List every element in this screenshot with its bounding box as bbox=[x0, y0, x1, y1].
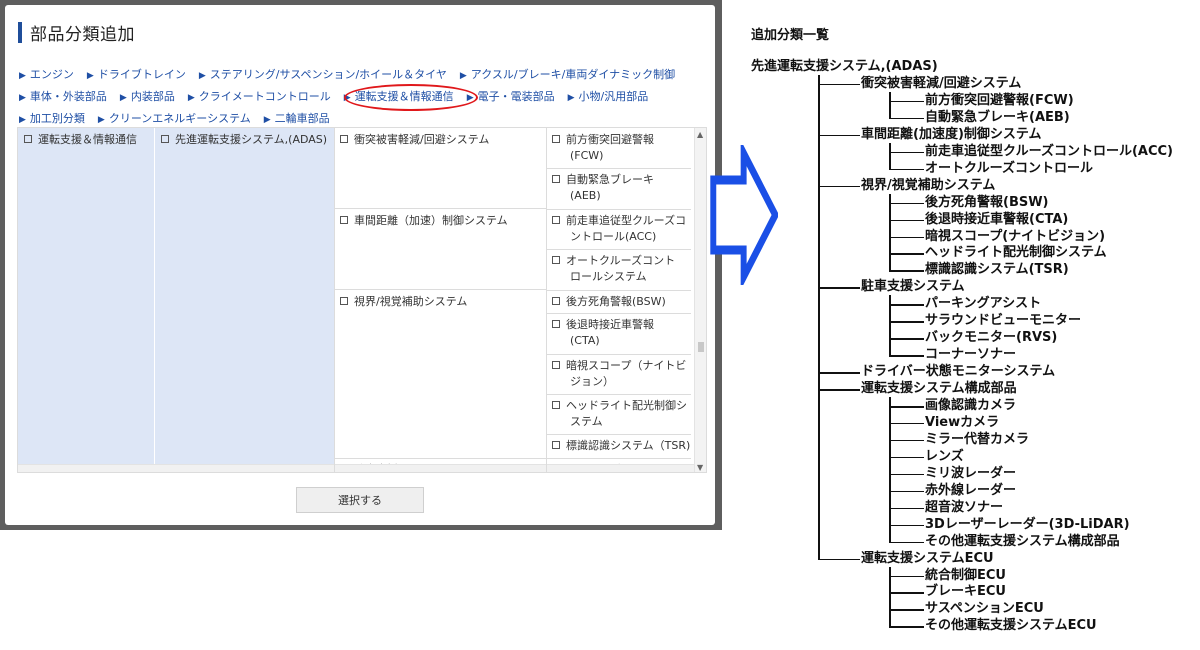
tree-connector bbox=[889, 202, 924, 205]
tree-connector bbox=[889, 406, 924, 408]
tree-node-level2: コーナーソナー bbox=[925, 347, 1017, 363]
tree-connector bbox=[818, 83, 860, 86]
tree-connector bbox=[889, 151, 924, 154]
tree-node-level1: 運転支援システム構成部品 bbox=[861, 381, 1017, 397]
tree-node-level1: 車間距離(加速度)制御システム bbox=[861, 126, 1042, 142]
tree-node-level2: サラウンドビューモニター bbox=[925, 313, 1082, 329]
tree-stem bbox=[889, 397, 891, 543]
tree-node-level2: 暗視スコープ(ナイトビジョン) bbox=[925, 228, 1106, 244]
tree-connector bbox=[889, 626, 924, 628]
tree-stem bbox=[889, 142, 891, 170]
tree-connector bbox=[889, 524, 924, 527]
tree-connector bbox=[889, 456, 924, 459]
tree-node-level2: ミラー代替カメラ bbox=[925, 431, 1030, 447]
tree-connector bbox=[889, 270, 924, 272]
tree-node-level2: ミリ波レーダー bbox=[925, 465, 1017, 481]
tree-node-level1: 駐車支援システム bbox=[861, 279, 965, 295]
tree-connector bbox=[889, 304, 924, 306]
tree-connector bbox=[889, 575, 924, 577]
tree-connector bbox=[889, 422, 924, 425]
tree-node-level1: 視界/視覚補助システム bbox=[861, 177, 996, 193]
tree-node-level1: 衝突被害軽減/回避システム bbox=[861, 75, 1022, 91]
tree-node-level2: ヘッドライト配光制御システム bbox=[925, 245, 1107, 261]
category-tree: 先進運転支援システム,(ADAS) 衝突被害軽減/回避システム 前方衝突回避警報(F… bbox=[0, 0, 1200, 650]
tree-node-level1: 運転支援システムECU bbox=[861, 550, 994, 566]
tree-node-level2: 3Dレーザーレーダー(3D-LiDAR) bbox=[925, 516, 1130, 532]
tree-connector bbox=[889, 236, 924, 238]
tree-connector bbox=[889, 219, 924, 222]
tree-node-level2: 自動緊急ブレーキ(AEB) bbox=[925, 109, 1070, 125]
tree-root: 先進運転支援システム,(ADAS) bbox=[751, 59, 938, 74]
tree-stem bbox=[889, 193, 891, 272]
tree-node-level2: 超音波ソナー bbox=[925, 499, 1004, 515]
tree-node-level2: 後方死角警報(BSW) bbox=[925, 194, 1049, 210]
tree-connector bbox=[889, 541, 924, 544]
tree-connector bbox=[889, 609, 924, 611]
tree-connector bbox=[818, 558, 860, 561]
tree-stem bbox=[889, 295, 891, 357]
tree-connector bbox=[889, 168, 924, 171]
tree-node-level2: 前走車追従型クルーズコントロール(ACC) bbox=[925, 143, 1173, 159]
tree-connector bbox=[889, 592, 924, 594]
tree-node-level2: バックモニター(RVS) bbox=[925, 330, 1058, 346]
tree-connector bbox=[889, 355, 924, 357]
tree-node-level2: サスペンションECU bbox=[925, 601, 1044, 617]
tree-node-level2: 標識認識システム(TSR) bbox=[925, 262, 1069, 278]
tree-node-level2: パーキングアシスト bbox=[925, 296, 1042, 312]
tree-node-level2: Viewカメラ bbox=[925, 414, 1000, 430]
tree-stem bbox=[889, 566, 891, 628]
tree-connector bbox=[818, 287, 860, 289]
tree-connector bbox=[889, 100, 924, 103]
tree-node-level1: ドライバー状態モニターシステム bbox=[861, 364, 1056, 380]
tree-connector bbox=[889, 490, 924, 493]
tree-node-level2: 統合制御ECU bbox=[925, 567, 1006, 583]
tree-node-level2: その他運転支援システムECU bbox=[925, 618, 1097, 634]
tree-connector bbox=[818, 185, 860, 188]
tree-node-level2: オートクルーズコントロール bbox=[925, 160, 1093, 176]
tree-node-level2: 画像認識カメラ bbox=[925, 398, 1017, 413]
tree-node-level2: 後退時接近車警報(CTA) bbox=[925, 211, 1069, 227]
tree-connector bbox=[889, 507, 924, 510]
tree-connector bbox=[818, 134, 860, 137]
tree-connector bbox=[889, 117, 924, 120]
tree-node-level2: ブレーキECU bbox=[925, 584, 1006, 600]
tree-connector bbox=[889, 321, 924, 323]
tree-stem bbox=[889, 91, 891, 119]
tree-stem bbox=[818, 75, 820, 560]
tree-connector bbox=[889, 473, 924, 476]
tree-node-level2: その他運転支援システム構成部品 bbox=[925, 533, 1120, 549]
tree-node-level2: 赤外線レーダー bbox=[925, 482, 1017, 498]
tree-connector bbox=[889, 253, 924, 255]
tree-connector bbox=[889, 439, 924, 442]
tree-node-level2: 前方衝突回避警報(FCW) bbox=[925, 92, 1074, 108]
tree-node-level2: レンズ bbox=[925, 448, 964, 464]
tree-connector bbox=[818, 389, 860, 391]
tree-connector bbox=[889, 338, 924, 340]
tree-connector bbox=[818, 372, 860, 374]
